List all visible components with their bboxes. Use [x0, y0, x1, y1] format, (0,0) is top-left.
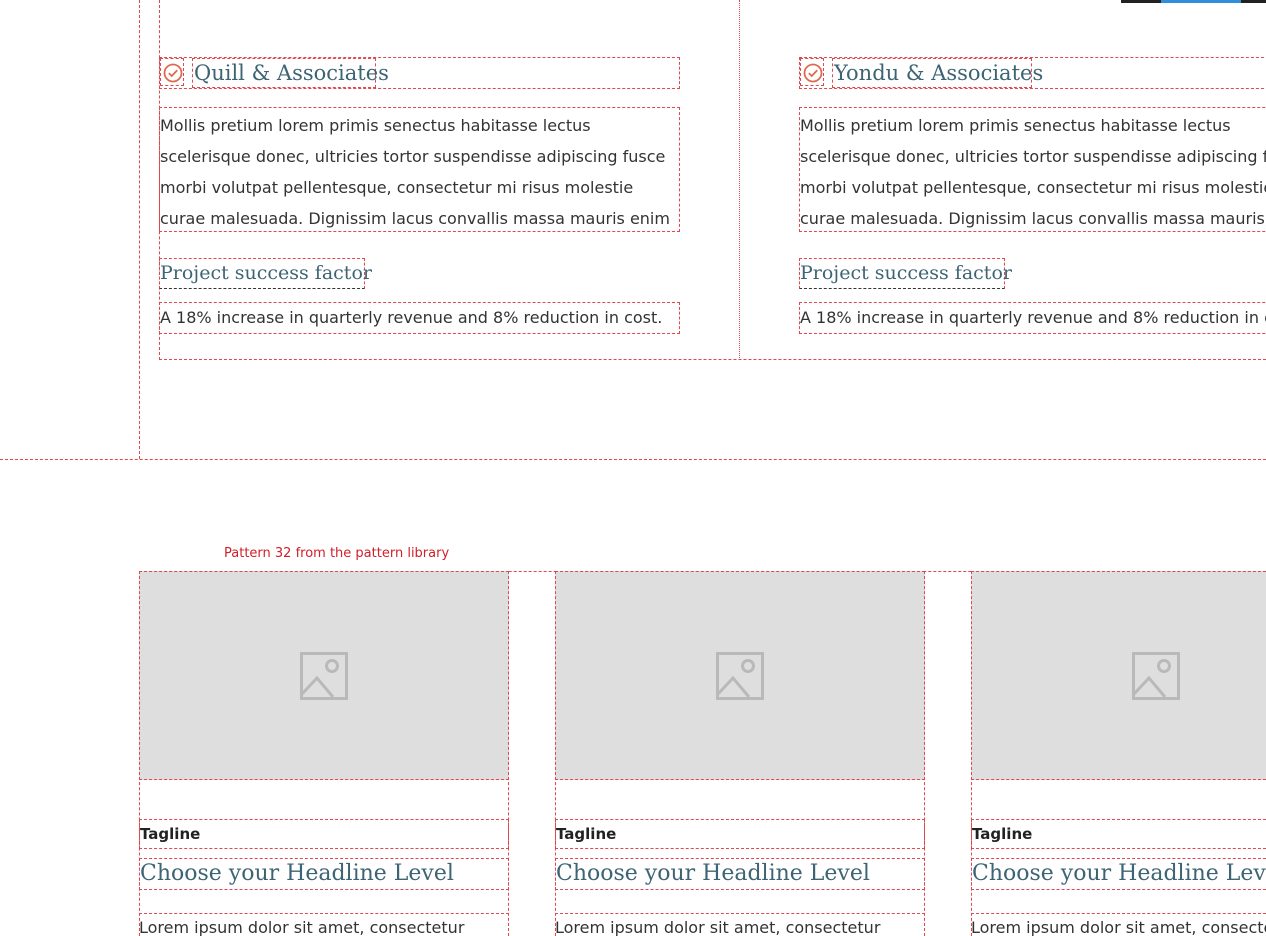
success-factor-text: A 18% increase in quarterly revenue and …	[799, 302, 1266, 334]
card-headline: Choose your Headline Level	[971, 858, 1266, 890]
section-bottom-guide	[0, 459, 1266, 460]
columns-bottom-guide	[159, 359, 1266, 360]
image-placeholder[interactable]	[971, 571, 1266, 780]
company-name: Yondu & Associates	[832, 58, 1043, 88]
check-circle-icon	[803, 63, 823, 83]
image-placeholder-icon	[716, 651, 764, 700]
card-body: Lorem ipsum dolor sit amet, consectetur	[971, 913, 1266, 936]
case-description: Mollis pretium lorem primis senectus hab…	[159, 107, 680, 232]
card-tagline: Tagline	[971, 819, 1266, 849]
success-factor-heading: Project success factor	[799, 258, 1012, 289]
card-body: Lorem ipsum dolor sit amet, consectetur	[139, 913, 509, 936]
pattern-label: Pattern 32 from the pattern library	[224, 546, 450, 561]
check-circle-icon	[163, 63, 183, 83]
card-body: Lorem ipsum dolor sit amet, consectetur	[555, 913, 925, 936]
toolbar-fragment-dark	[1121, 0, 1161, 3]
check-icon-wrap	[160, 58, 184, 86]
toolbar-fragment-blue	[1161, 0, 1241, 3]
card-headline: Choose your Headline Level	[139, 858, 509, 890]
image-placeholder-icon	[300, 651, 348, 700]
card-tagline: Tagline	[139, 819, 509, 849]
check-icon-wrap	[800, 58, 824, 86]
success-factor-text: A 18% increase in quarterly revenue and …	[159, 302, 680, 334]
image-placeholder[interactable]	[139, 571, 509, 780]
company-name: Quill & Associates	[192, 58, 389, 88]
card-tagline: Tagline	[555, 819, 925, 849]
success-factor-heading: Project success factor	[159, 258, 372, 289]
image-placeholder-icon	[1132, 651, 1180, 700]
image-placeholder[interactable]	[555, 571, 925, 780]
card-headline: Choose your Headline Level	[555, 858, 925, 890]
column-divider	[739, 0, 740, 360]
toolbar-fragment-dark-2	[1241, 0, 1266, 3]
case-description: Mollis pretium lorem primis senectus hab…	[799, 107, 1266, 232]
section-left-guide	[139, 0, 140, 459]
